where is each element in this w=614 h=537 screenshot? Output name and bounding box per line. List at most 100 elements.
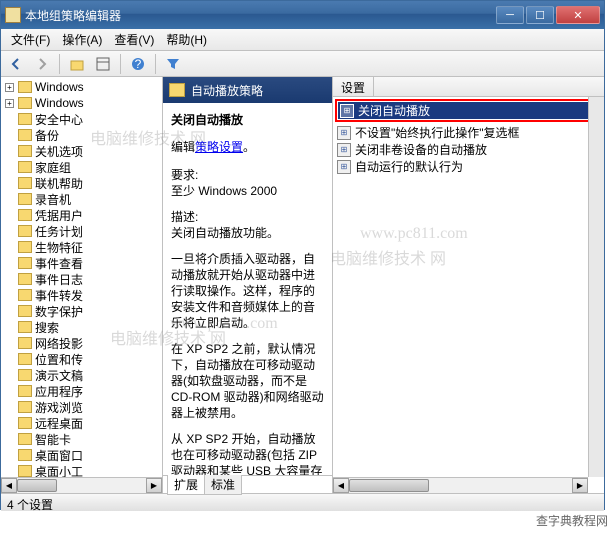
folder-icon (18, 225, 32, 237)
folder-icon (169, 83, 185, 97)
scroll-left-button[interactable]: ◀ (333, 478, 349, 493)
tree-item[interactable]: 生物特征 (5, 239, 162, 255)
list-item[interactable]: ⊞ 自动运行的默认行为 (335, 158, 602, 175)
tree-item-label: 远程桌面 (35, 415, 83, 432)
tree-item-label: 桌面窗口 (35, 447, 83, 464)
scroll-thumb[interactable] (17, 479, 57, 492)
tree-item-label: 凭据用户 (35, 207, 83, 224)
tree-item[interactable]: 备份 (5, 127, 162, 143)
tree-item[interactable]: 凭据用户 (5, 207, 162, 223)
folder-icon (18, 369, 32, 381)
desc-para3: 从 XP SP2 开始，自动播放也在可移动驱动器(包括 ZIP 驱动器和某些 U… (171, 431, 324, 475)
list-vscroll[interactable] (588, 97, 604, 477)
back-button[interactable] (5, 53, 27, 75)
tree-item[interactable]: 数字保护 (5, 303, 162, 319)
tab-standard[interactable]: 标准 (204, 475, 242, 495)
policy-icon: ⊞ (337, 160, 351, 174)
tree-item-label: 联机帮助 (35, 175, 83, 192)
menu-action[interactable]: 操作(A) (56, 29, 108, 50)
expand-icon[interactable]: + (5, 99, 14, 108)
tree-item[interactable]: + Windows (5, 95, 162, 111)
scroll-right-button[interactable]: ▶ (146, 478, 162, 493)
expand-icon[interactable]: + (5, 83, 14, 92)
scroll-thumb[interactable] (349, 479, 429, 492)
folder-icon (18, 113, 32, 125)
tree-item-label: 游戏浏览 (35, 399, 83, 416)
tree-item[interactable]: 录音机 (5, 191, 162, 207)
tree-item[interactable]: +Windows (5, 79, 162, 95)
close-button[interactable]: ✕ (556, 6, 600, 24)
tree-item[interactable]: 安全中心 (5, 111, 162, 127)
tree-item-label: 事件转发 (35, 287, 83, 304)
tree-item[interactable]: 任务计划 (5, 223, 162, 239)
up-button[interactable] (66, 53, 88, 75)
tree-item-label: 搜索 (35, 319, 59, 336)
tree-item-label: 智能卡 (35, 431, 71, 448)
filter-button[interactable] (162, 53, 184, 75)
desc-para2: 在 XP SP2 之前，默认情况下，自动播放在可移动驱动器(如软盘驱动器，而不是… (171, 341, 324, 421)
tree-item[interactable]: 搜索 (5, 319, 162, 335)
tree-item[interactable]: 联机帮助 (5, 175, 162, 191)
edit-policy-link[interactable]: 策略设置 (195, 140, 243, 154)
forward-button[interactable] (31, 53, 53, 75)
tree-item[interactable]: 应用程序 (5, 383, 162, 399)
menu-view[interactable]: 查看(V) (108, 29, 160, 50)
desc-para1: 一旦将介质插入驱动器，自动播放就开始从驱动器中进行读取操作。这样，程序的安装文件… (171, 251, 324, 331)
tree-item-label: 备份 (35, 127, 59, 144)
folder-icon (18, 449, 32, 461)
desc-value: 关闭自动播放功能。 (171, 226, 279, 240)
list-item-selected[interactable]: ⊞ 关闭自动播放 (338, 102, 599, 119)
policy-icon: ⊞ (337, 126, 351, 140)
tree-item[interactable]: 位置和传 (5, 351, 162, 367)
folder-icon (18, 353, 32, 365)
policy-title: 关闭自动播放 (171, 111, 324, 128)
maximize-button[interactable]: ☐ (526, 6, 554, 24)
folder-icon (18, 145, 32, 157)
tree-item[interactable]: 演示文稿 (5, 367, 162, 383)
folder-icon (18, 417, 32, 429)
folder-icon (18, 273, 32, 285)
tree-hscroll[interactable]: ◀ ▶ (1, 477, 162, 493)
tree-item-label: Windows (35, 96, 84, 110)
scroll-left-button[interactable]: ◀ (1, 478, 17, 493)
tree-item[interactable]: 智能卡 (5, 431, 162, 447)
tree-item[interactable]: 桌面窗口 (5, 447, 162, 463)
list-pane: 设置 ⊞ 关闭自动播放 ⊞ 不设置"始终执行此操作"复选框 ⊞ 关闭非卷设备的自… (333, 77, 604, 493)
folder-icon (18, 401, 32, 413)
list-item[interactable]: ⊞ 不设置"始终执行此操作"复选框 (335, 124, 602, 141)
tree-item[interactable]: 关机选项 (5, 143, 162, 159)
folder-icon (18, 257, 32, 269)
tree-item-label: 录音机 (35, 191, 71, 208)
options-button[interactable] (92, 53, 114, 75)
list-item-label: 关闭自动播放 (358, 102, 430, 119)
detail-pane: 自动播放策略 关闭自动播放 编辑策略设置。 要求: 至少 Windows 200… (163, 77, 333, 493)
scroll-right-button[interactable]: ▶ (572, 478, 588, 493)
tree-item[interactable]: 家庭组 (5, 159, 162, 175)
tree-item[interactable]: 桌面小工 (5, 463, 162, 477)
tree-item-label: 生物特征 (35, 239, 83, 256)
tree-item[interactable]: 事件日志 (5, 271, 162, 287)
folder-icon (18, 161, 32, 173)
list-item-label: 自动运行的默认行为 (355, 158, 463, 175)
tab-extended[interactable]: 扩展 (167, 475, 205, 495)
tree-item-label: 应用程序 (35, 383, 83, 400)
list-item[interactable]: ⊞ 关闭非卷设备的自动播放 (335, 141, 602, 158)
folder-icon (18, 81, 32, 93)
tree-item[interactable]: 远程桌面 (5, 415, 162, 431)
help-button[interactable]: ? (127, 53, 149, 75)
col-setting[interactable]: 设置 (333, 77, 374, 96)
menu-file[interactable]: 文件(F) (5, 29, 56, 50)
folder-icon (18, 193, 32, 205)
tree-item[interactable]: 网络投影 (5, 335, 162, 351)
tree-item[interactable]: 游戏浏览 (5, 399, 162, 415)
tree-item-label: 桌面小工 (35, 463, 83, 478)
folder-icon (18, 321, 32, 333)
tree-item-label: 事件查看 (35, 255, 83, 272)
detail-header: 自动播放策略 (163, 77, 332, 103)
list-hscroll[interactable]: ◀ ▶ (333, 477, 588, 493)
list-item-label: 不设置"始终执行此操作"复选框 (355, 124, 520, 141)
menu-help[interactable]: 帮助(H) (160, 29, 213, 50)
minimize-button[interactable]: ─ (496, 6, 524, 24)
tree-item[interactable]: 事件查看 (5, 255, 162, 271)
tree-item[interactable]: 事件转发 (5, 287, 162, 303)
